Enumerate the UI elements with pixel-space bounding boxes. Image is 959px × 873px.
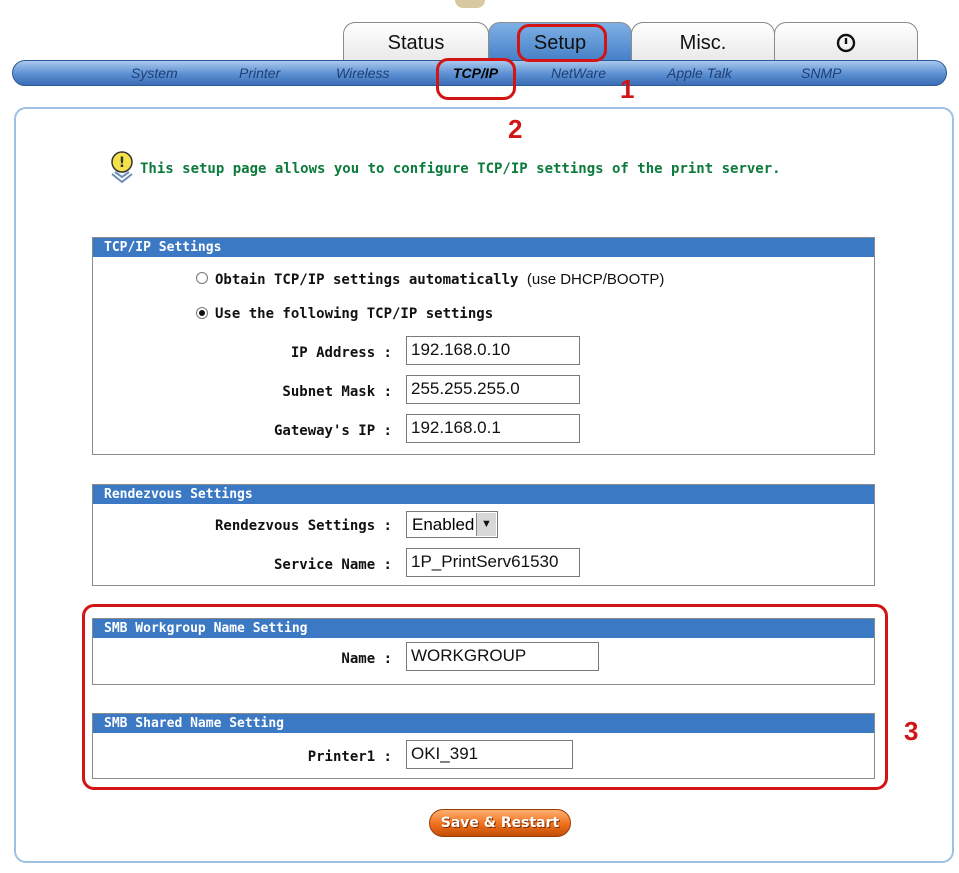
obtain-auto-text: Obtain TCP/IP settings automatically [215,272,519,288]
subnav-appletalk[interactable]: Apple Talk [667,65,732,81]
dropdown-arrow-icon: ▼ [476,513,496,536]
radio-obtain-auto-label: Obtain TCP/IP settings automatically (us… [215,271,664,288]
rendezvous-select[interactable]: Enabled ▼ [406,511,498,538]
annotation-box-tcpip [436,58,516,100]
subnav-system[interactable]: System [131,65,178,81]
subnet-mask-input[interactable]: 255.255.255.0 [406,375,580,404]
subnav-snmp[interactable]: SNMP [801,65,841,81]
subnet-mask-label: Subnet Mask : [282,384,392,400]
radio-use-following[interactable] [196,307,208,319]
ip-address-label: IP Address : [290,345,392,361]
annotation-number-3: 3 [904,716,919,746]
save-restart-button[interactable]: Save & Restart [429,809,571,837]
ip-address-input[interactable]: 192.168.0.10 [406,336,580,365]
service-name-label: Service Name : [273,557,392,573]
annotation-box-smb [82,604,888,790]
rendezvous-select-value: Enabled [412,515,475,534]
rendezvous-settings-heading: Rendezvous Settings [93,485,874,504]
service-name-input[interactable]: 1P_PrintServ61530 [406,548,580,577]
subnav-netware[interactable]: NetWare [551,65,606,81]
tcpip-settings-heading: TCP/IP Settings [93,238,874,257]
obtain-auto-note: (use DHCP/BOOTP) [526,271,665,288]
annotation-number-2: 2 [508,114,523,144]
tab-misc-label: Misc. [679,32,727,54]
info-bulb-icon: ! [111,151,133,184]
svg-text:!: ! [119,155,125,171]
subnav-printer[interactable]: Printer [239,65,280,81]
subnav-wireless[interactable]: Wireless [336,65,390,81]
radio-obtain-auto[interactable] [196,272,208,284]
gateway-ip-input[interactable]: 192.168.0.1 [406,414,580,443]
power-icon [836,33,856,53]
rendezvous-setting-label: Rendezvous Settings : [214,518,392,534]
radio-use-following-label: Use the following TCP/IP settings [215,306,494,322]
intro-text: This setup page allows you to configure … [140,161,781,177]
annotation-box-setup [517,24,607,62]
tab-status-label: Status [387,32,445,54]
gateway-ip-label: Gateway's IP : [273,423,392,439]
header-ornament [455,0,485,8]
annotation-number-1: 1 [620,74,635,104]
